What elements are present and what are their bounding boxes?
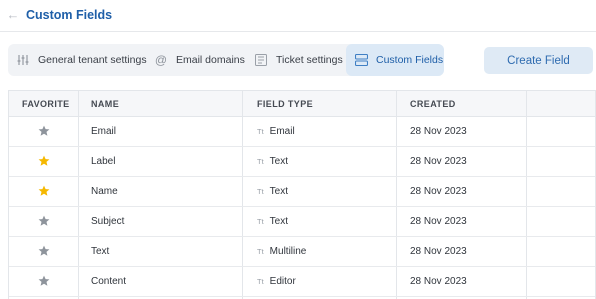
tab-label: Email domains xyxy=(176,54,245,66)
table-row[interactable]: Name Tt Text 28 Nov 2023 xyxy=(9,177,595,207)
created-date: 28 Nov 2023 xyxy=(410,126,467,137)
field-type: Text xyxy=(269,216,289,227)
at-sign-icon: @ xyxy=(154,53,168,67)
stack-icon xyxy=(354,53,368,67)
field-type-cell: Tt Text xyxy=(257,177,288,207)
field-type: Email xyxy=(269,126,295,137)
table-row[interactable]: Text Tt Multiline 28 Nov 2023 xyxy=(9,237,595,267)
field-name: Text xyxy=(91,246,110,257)
star-filled-icon[interactable] xyxy=(38,155,50,167)
star-filled-icon[interactable] xyxy=(38,185,50,197)
sliders-icon xyxy=(16,53,30,67)
field-type: Editor xyxy=(269,276,296,287)
custom-fields-table: FAVORITE NAME FIELD TYPE CREATED Email Tt… xyxy=(8,90,596,299)
text-type-icon: Tt xyxy=(257,217,264,226)
table-row[interactable]: Label Tt Text 28 Nov 2023 xyxy=(9,147,595,177)
tab-label: General tenant settings xyxy=(38,54,147,66)
created-date: 28 Nov 2023 xyxy=(410,216,467,227)
arrow-left-icon[interactable]: ← xyxy=(6,7,20,23)
field-type-cell: Tt Multiline xyxy=(257,237,306,267)
table-row[interactable]: Content Tt Editor 28 Nov 2023 xyxy=(9,267,595,297)
created-date: 28 Nov 2023 xyxy=(410,276,467,287)
page-title: Custom Fields xyxy=(26,8,113,22)
ticket-settings-icon xyxy=(254,53,268,67)
field-type-cell: Tt Editor xyxy=(257,267,296,297)
column-header-name[interactable]: NAME xyxy=(91,91,119,117)
star-icon[interactable] xyxy=(38,215,50,227)
text-type-icon: Tt xyxy=(257,157,264,166)
table-row[interactable]: Email Tt Email 28 Nov 2023 xyxy=(9,117,595,147)
text-type-icon: Tt xyxy=(257,247,264,256)
tab-custom-fields[interactable]: Custom Fields xyxy=(346,44,444,76)
tab-ticket-settings[interactable]: Ticket settings xyxy=(254,44,343,76)
page-header: ← Custom Fields xyxy=(0,0,596,32)
field-name: Email xyxy=(91,126,117,137)
table-header: FAVORITE NAME FIELD TYPE CREATED xyxy=(9,91,595,117)
field-type-cell: Tt Text xyxy=(257,147,288,177)
star-icon[interactable] xyxy=(38,125,50,137)
field-type-cell: Tt Email xyxy=(257,117,295,147)
settings-tabs: General tenant settings @ Email domains … xyxy=(8,44,444,76)
tab-general-tenant-settings[interactable]: General tenant settings xyxy=(16,44,147,76)
star-icon[interactable] xyxy=(38,275,50,287)
created-date: 28 Nov 2023 xyxy=(410,246,467,257)
field-type-cell: Tt Text xyxy=(257,207,288,237)
tab-label: Ticket settings xyxy=(276,54,343,66)
text-type-icon: Tt xyxy=(257,127,264,136)
field-name: Subject xyxy=(91,216,125,227)
created-date: 28 Nov 2023 xyxy=(410,156,467,167)
field-type: Text xyxy=(269,156,289,167)
field-name: Label xyxy=(91,156,116,167)
table-row[interactable]: Subject Tt Text 28 Nov 2023 xyxy=(9,207,595,237)
text-type-icon: Tt xyxy=(257,187,264,196)
field-type: Text xyxy=(269,186,289,197)
column-header-created[interactable]: CREATED xyxy=(410,91,456,117)
field-name: Name xyxy=(91,186,118,197)
field-name: Content xyxy=(91,276,127,287)
column-header-field-type[interactable]: FIELD TYPE xyxy=(257,91,313,117)
create-field-button[interactable]: Create Field xyxy=(484,47,593,74)
text-type-icon: Tt xyxy=(257,277,264,286)
field-type: Multiline xyxy=(269,246,307,257)
star-icon[interactable] xyxy=(38,245,50,257)
tab-email-domains[interactable]: @ Email domains xyxy=(154,44,245,76)
tab-label: Custom Fields xyxy=(376,54,444,66)
created-date: 28 Nov 2023 xyxy=(410,186,467,197)
column-header-favorite[interactable]: FAVORITE xyxy=(22,91,70,117)
